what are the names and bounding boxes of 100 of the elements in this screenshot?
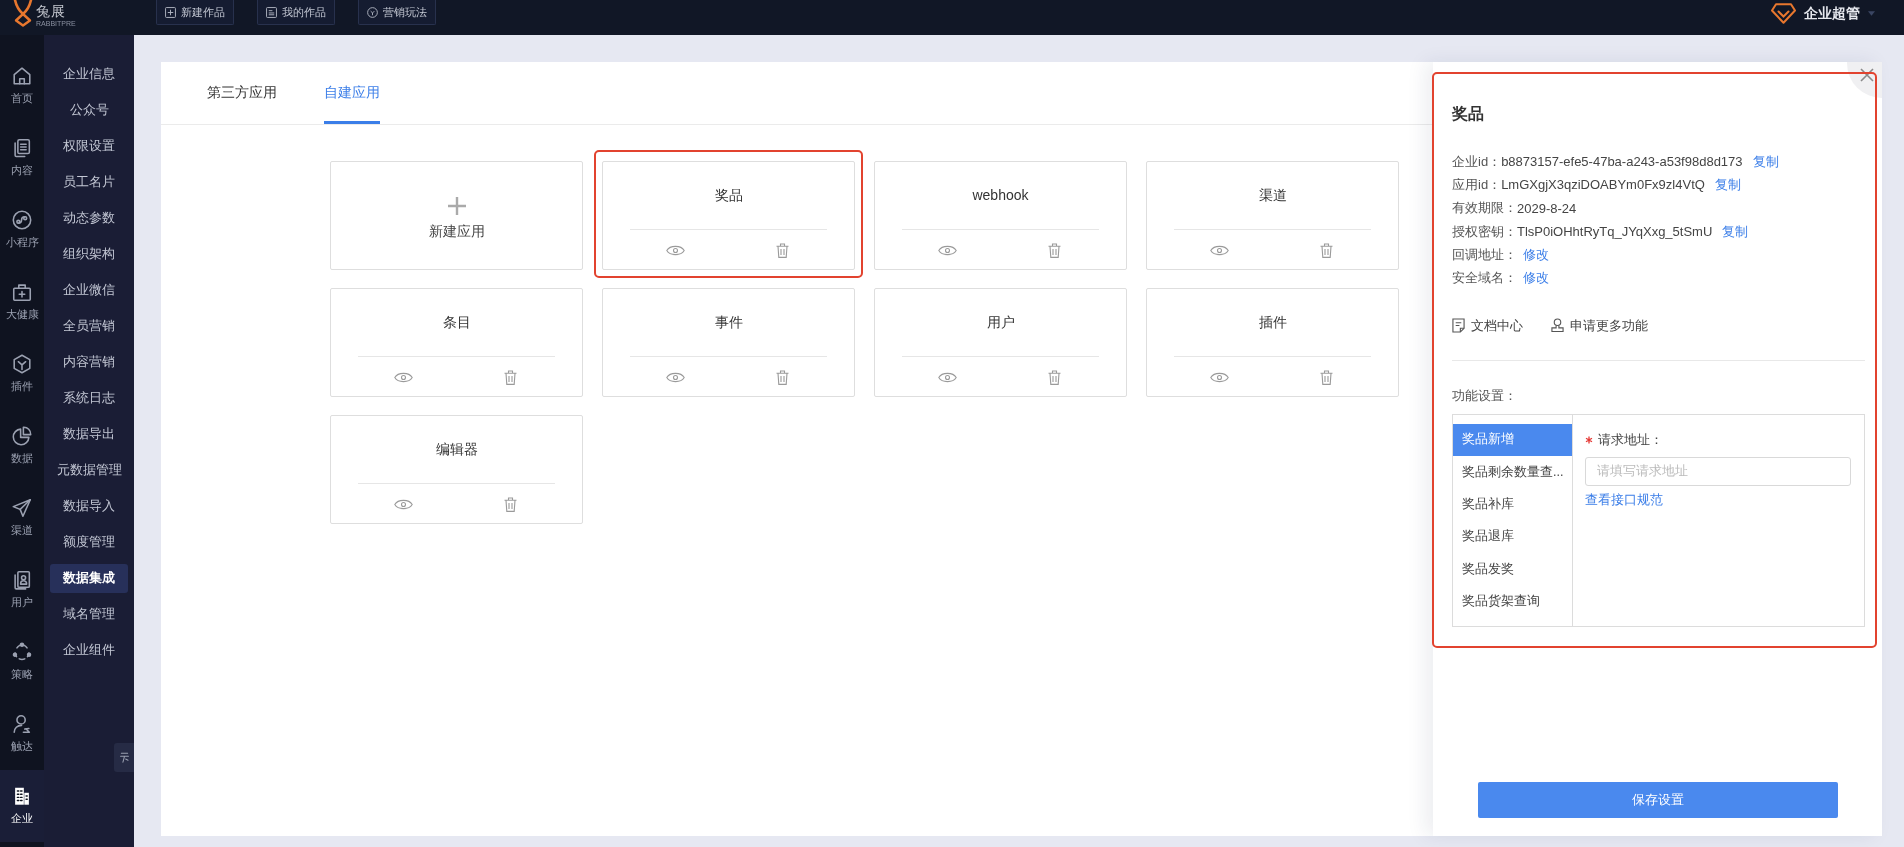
field-label: 授权密钥： (1452, 222, 1517, 241)
sub-nav-item[interactable]: 全员营销 (50, 312, 128, 341)
sub-nav-item[interactable]: 额度管理 (50, 528, 128, 557)
panel-link[interactable]: 申请更多功能 (1551, 315, 1648, 336)
app-card[interactable]: 奖品 (602, 161, 855, 270)
trash-icon[interactable] (776, 369, 789, 385)
field-label: 回调地址： (1452, 245, 1517, 264)
top-action-button[interactable]: 新建作品 (155, 0, 234, 25)
function-item[interactable]: 奖品剩余数量查... (1453, 456, 1572, 489)
list-square-icon (265, 6, 277, 18)
trash-icon[interactable] (504, 496, 517, 512)
field-label: 应用id： (1452, 175, 1502, 194)
app-card[interactable]: 渠道 (1146, 161, 1399, 270)
nav-rail-item[interactable]: 渠道 (0, 482, 44, 554)
trash-icon[interactable] (1048, 369, 1061, 385)
app-title: 奖品 (714, 186, 743, 205)
sub-nav-item[interactable]: 数据导入 (50, 492, 128, 521)
nav-rail-item[interactable]: 大健康 (0, 266, 44, 338)
app-title: 渠道 (1258, 186, 1287, 205)
function-item[interactable]: 奖品货架查询 (1453, 585, 1572, 618)
app-card[interactable]: 插件 (1146, 288, 1399, 397)
collapse-button[interactable] (114, 743, 134, 772)
eye-icon[interactable] (666, 243, 685, 257)
tab[interactable]: 第三方应用 (207, 62, 277, 124)
caret-icon (1868, 11, 1875, 16)
sub-nav-item[interactable]: 权限设置 (50, 132, 128, 161)
nav-rail-item[interactable]: 策略 (0, 626, 44, 698)
action-link[interactable]: 复制 (1722, 222, 1749, 241)
app-card[interactable]: 事件 (602, 288, 855, 397)
cycle-icon (11, 641, 33, 663)
sub-nav-item[interactable]: 元数据管理 (50, 456, 128, 485)
action-link[interactable]: 复制 (1714, 175, 1741, 194)
logo-icon (12, 0, 34, 27)
sub-nav-item[interactable]: 公众号 (50, 96, 128, 125)
sub-nav-item[interactable]: 数据集成 (50, 564, 128, 593)
action-link[interactable]: 复制 (1752, 152, 1779, 171)
nav-rail-item[interactable]: 小程序 (0, 194, 44, 266)
top-action-button[interactable]: 营销玩法 (357, 0, 436, 25)
trash-icon[interactable] (776, 242, 789, 258)
sub-nav-item[interactable]: 员工名片 (50, 168, 128, 197)
panel-link[interactable]: 文档中心 (1452, 315, 1523, 336)
function-item[interactable]: 奖品发奖 (1453, 552, 1572, 586)
plus-icon (447, 197, 466, 215)
sub-nav-item[interactable]: 企业信息 (50, 60, 128, 89)
trash-icon[interactable] (1320, 369, 1333, 385)
user-menu[interactable]: 企业超管 (1771, 0, 1875, 27)
sub-nav-item[interactable]: 域名管理 (50, 600, 128, 629)
trash-icon[interactable] (1320, 242, 1333, 258)
field-label: 安全域名： (1452, 269, 1517, 288)
nav-rail-item[interactable]: 触达 (0, 698, 44, 770)
sub-nav-item[interactable]: 数据导出 (50, 420, 128, 449)
app-title: 编辑器 (435, 440, 478, 459)
eye-icon[interactable] (666, 370, 685, 384)
app-card[interactable]: 条目 (330, 288, 583, 397)
url-input[interactable]: 请填写请求地址 (1585, 456, 1851, 486)
swirl-circle-icon (11, 209, 33, 231)
app-card[interactable]: webhook (874, 161, 1127, 270)
plus-square-icon (164, 6, 176, 18)
eye-icon[interactable] (938, 243, 957, 257)
nav-rail-item[interactable]: 企业 (0, 770, 44, 842)
app-title: 事件 (714, 313, 743, 332)
close-icon (1860, 68, 1874, 82)
app-title: 用户 (986, 313, 1015, 332)
eye-icon[interactable] (1210, 370, 1229, 384)
function-item[interactable]: 奖品补库 (1453, 488, 1572, 521)
action-link[interactable]: 修改 (1523, 269, 1549, 288)
panel-title: 奖品 (1452, 104, 1484, 124)
function-item[interactable]: 奖品退库 (1453, 520, 1572, 553)
sub-nav-item[interactable]: 组织架构 (50, 240, 128, 269)
new-app-card[interactable]: 新建应用 (330, 161, 583, 270)
sub-nav-item[interactable]: 企业组件 (50, 636, 128, 665)
nav-rail-item[interactable]: 首页 (0, 50, 44, 122)
sub-nav-item[interactable]: 内容营销 (50, 348, 128, 377)
app-card[interactable]: 编辑器 (330, 415, 583, 524)
eye-icon[interactable] (394, 370, 413, 384)
hexagon-icon (11, 353, 33, 375)
app-card[interactable]: 用户 (874, 288, 1127, 397)
eye-icon[interactable] (938, 370, 957, 384)
trash-icon[interactable] (504, 369, 517, 385)
eye-icon[interactable] (394, 497, 413, 511)
nav-rail-item[interactable]: 用户 (0, 554, 44, 626)
pie-chart-icon (11, 425, 33, 447)
sub-nav-item[interactable]: 动态参数 (50, 204, 128, 233)
contact-card-icon (11, 569, 33, 591)
action-link[interactable]: 修改 (1523, 245, 1549, 264)
document-icon (1452, 318, 1465, 334)
spec-link[interactable]: 查看接口规范 (1585, 490, 1663, 509)
field-value: b8873157-efe5-47ba-a243-a53f98d8d173 (1501, 154, 1743, 170)
eye-icon[interactable] (1210, 243, 1229, 257)
sub-nav-item[interactable]: 企业微信 (50, 276, 128, 305)
nav-rail-item[interactable]: 插件 (0, 338, 44, 410)
trash-icon[interactable] (1048, 242, 1061, 258)
sub-nav-item[interactable]: 系统日志 (50, 384, 128, 413)
top-action-button[interactable]: 我的作品 (256, 0, 335, 25)
field-value: TlsP0iOHhtRyTq_JYqXxg_5tSmU (1517, 224, 1713, 240)
nav-rail-item[interactable]: 内容 (0, 122, 44, 194)
nav-rail-item[interactable]: 数据 (0, 410, 44, 482)
paper-plane-icon (11, 497, 33, 519)
circle-badge-icon (366, 6, 378, 18)
tab[interactable]: 自建应用 (324, 62, 380, 124)
